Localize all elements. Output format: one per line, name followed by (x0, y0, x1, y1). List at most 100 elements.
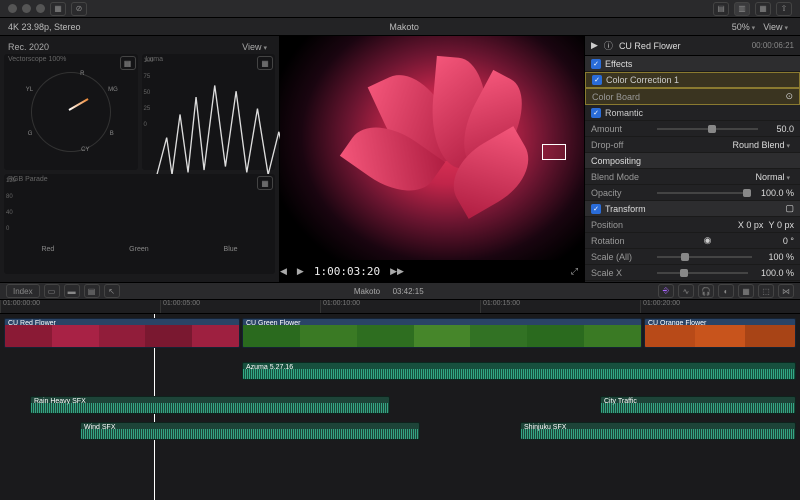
opacity-value[interactable]: 100.0 % (754, 188, 794, 198)
position-value[interactable]: X 0 px Y 0 px (651, 220, 794, 230)
cc1-label: Color Correction 1 (606, 75, 679, 85)
video-tab-icon[interactable]: ▶ (591, 40, 598, 51)
viewer-timecode: 1:00:03:20 (314, 265, 380, 278)
timeline-tracks[interactable]: CU Red Flower CU Green Flower CU Orange … (0, 314, 800, 500)
clip-city-traffic[interactable]: City Traffic (600, 396, 796, 414)
clip-rain-sfx[interactable]: Rain Heavy SFX (30, 396, 390, 414)
luma-waveform: Luma ▦ 1007550250 (142, 54, 276, 170)
viewer-canvas[interactable] (280, 36, 584, 260)
vectorscope: Vectorscope 100% ▦ R MG YL B CY G (4, 54, 138, 170)
blend-label: Blend Mode (591, 172, 651, 182)
timeline-layout-icon[interactable]: ▦ (738, 284, 754, 298)
scale-x-slider[interactable] (657, 272, 748, 274)
clip-shinjuku-sfx[interactable]: Shinjuku SFX (520, 422, 796, 440)
transitions-browser-icon[interactable]: ⋈ (778, 284, 794, 298)
inspector-panel: ▶ ⓘ CU Red Flower 00:00:06:21 ✓Effects ✓… (584, 36, 800, 282)
timeline-toolbar: Index ▭ ▬ ▤ ↖ Makoto 03:42:15 ⎆ ∿ 🎧 ◐ ▦ … (0, 282, 800, 300)
clip-red-flower[interactable]: CU Red Flower (4, 318, 240, 348)
transform-checkbox[interactable]: ✓ (591, 204, 601, 214)
colorspace-label: Rec. 2020 (8, 42, 49, 52)
clip-orange-flower[interactable]: CU Orange Flower (644, 318, 796, 348)
index-button[interactable]: Index (6, 284, 40, 298)
minimize-icon[interactable] (22, 4, 31, 13)
prev-frame-button[interactable]: ◀ (280, 266, 287, 277)
amount-slider[interactable] (657, 128, 758, 130)
clip-wind-sfx[interactable]: Wind SFX (80, 422, 420, 440)
romantic-checkbox[interactable]: ✓ (591, 108, 601, 118)
timeline-ruler[interactable]: 01:00:00:00 01:00:05:00 01:00:10:00 01:0… (0, 300, 800, 314)
parade-axis: 12080400 (6, 178, 16, 232)
format-toolbar: 4K 23.98p, Stereo Makoto 50% View (0, 18, 800, 36)
dropoff-dropdown[interactable]: Round Blend (651, 140, 794, 150)
effects-checkbox[interactable]: ✓ (591, 59, 601, 69)
scale-all-slider[interactable] (657, 256, 752, 258)
effects-section: Effects (605, 59, 632, 69)
compositing-section: Compositing (591, 156, 641, 166)
next-frame-button[interactable]: ▶▶ (390, 266, 404, 277)
crop-overlay[interactable] (542, 144, 566, 160)
info-tab-icon[interactable]: ⓘ (604, 39, 613, 52)
share-button[interactable]: ⇧ (776, 2, 792, 16)
timeline-project-name: Makoto (354, 287, 380, 296)
project-name: Makoto (389, 22, 419, 32)
amount-value[interactable]: 50.0 (764, 124, 794, 134)
cc1-checkbox[interactable]: ✓ (592, 75, 602, 85)
toolbar-group-3[interactable]: ▦ (755, 2, 771, 16)
window-titlebar: ▦ ⊘ ▤ ▥ ▦ ⇧ (0, 0, 800, 18)
play-button[interactable]: ▶ (297, 266, 304, 277)
solo-icon[interactable]: ◐ (718, 284, 734, 298)
clip-appearance-icon[interactable]: ▭ (44, 284, 60, 298)
transform-onscreen-icon[interactable]: ▢ (785, 203, 794, 214)
clip-appearance-2-icon[interactable]: ▬ (64, 284, 80, 298)
transport-controls: ◀ ▶ 1:00:03:20 ▶▶ ⤢ (280, 260, 584, 282)
scale-x-value[interactable]: 100.0 % (754, 268, 794, 278)
fullscreen-button[interactable]: ⤢ (571, 266, 578, 277)
rotation-label: Rotation (591, 236, 651, 246)
rgb-parade: RGB Parade ▦ 12080400 Red Green Blue (4, 174, 275, 274)
scopes-view-dropdown[interactable]: View (238, 42, 271, 52)
library-icon[interactable]: ▦ (50, 2, 66, 16)
rotation-dial-icon[interactable]: ◉ (651, 235, 764, 246)
tool-select-icon[interactable]: ↖ (104, 284, 120, 298)
amount-label: Amount (591, 124, 651, 134)
clip-green-flower[interactable]: CU Green Flower (242, 318, 642, 348)
scale-all-label: Scale (All) (591, 252, 651, 262)
vectorscope-label: Vectorscope 100% (8, 56, 66, 63)
color-board-label[interactable]: Color Board (592, 92, 785, 102)
opacity-slider[interactable] (657, 192, 748, 194)
effects-browser-icon[interactable]: ⬚ (758, 284, 774, 298)
inspector-clip-name: CU Red Flower (619, 41, 746, 51)
scale-all-value[interactable]: 100 % (758, 252, 794, 262)
import-icon[interactable]: ⊘ (71, 2, 87, 16)
view-dropdown[interactable]: View (759, 22, 792, 32)
close-icon[interactable] (8, 4, 17, 13)
scale-x-label: Scale X (591, 268, 651, 278)
traffic-lights[interactable] (8, 4, 45, 13)
vectorscope-settings-icon[interactable]: ▦ (120, 56, 136, 70)
position-label: Position (591, 220, 651, 230)
opacity-label: Opacity (591, 188, 651, 198)
luma-axis: 1007550250 (144, 58, 154, 128)
vectorscope-wheel: R MG YL B CY G (31, 72, 111, 152)
dropoff-label: Drop-off (591, 140, 651, 150)
rotation-value[interactable]: 0 ° (764, 236, 794, 246)
romantic-label: Romantic (605, 108, 643, 118)
inspector-duration: 00:00:06:21 (752, 41, 794, 50)
audio-skim-icon[interactable]: 🎧 (698, 284, 714, 298)
video-scopes-panel: Rec. 2020 View Vectorscope 100% ▦ R MG Y… (0, 36, 280, 282)
blend-dropdown[interactable]: Normal (651, 172, 794, 182)
snapping--icon[interactable]: ⎆ (658, 284, 674, 298)
zoom-dropdown[interactable]: 50% (728, 22, 759, 32)
toolbar-group-1[interactable]: ▤ (713, 2, 729, 16)
clip-azuma-audio[interactable]: Azuma 5.27.16 (242, 362, 796, 380)
transform-section: Transform (605, 204, 646, 214)
skimming-icon[interactable]: ∿ (678, 284, 694, 298)
timeline-duration: 03:42:15 (393, 287, 424, 296)
color-board-disclosure-icon[interactable]: ⊙ (785, 91, 793, 102)
zoom-icon[interactable] (36, 4, 45, 13)
toolbar-group-2[interactable]: ▥ (734, 2, 750, 16)
viewer-panel: ◀ ▶ 1:00:03:20 ▶▶ ⤢ (280, 36, 584, 282)
clip-appearance-3-icon[interactable]: ▤ (84, 284, 100, 298)
parade-settings-icon[interactable]: ▦ (257, 176, 273, 190)
format-label: 4K 23.98p, Stereo (8, 22, 81, 32)
